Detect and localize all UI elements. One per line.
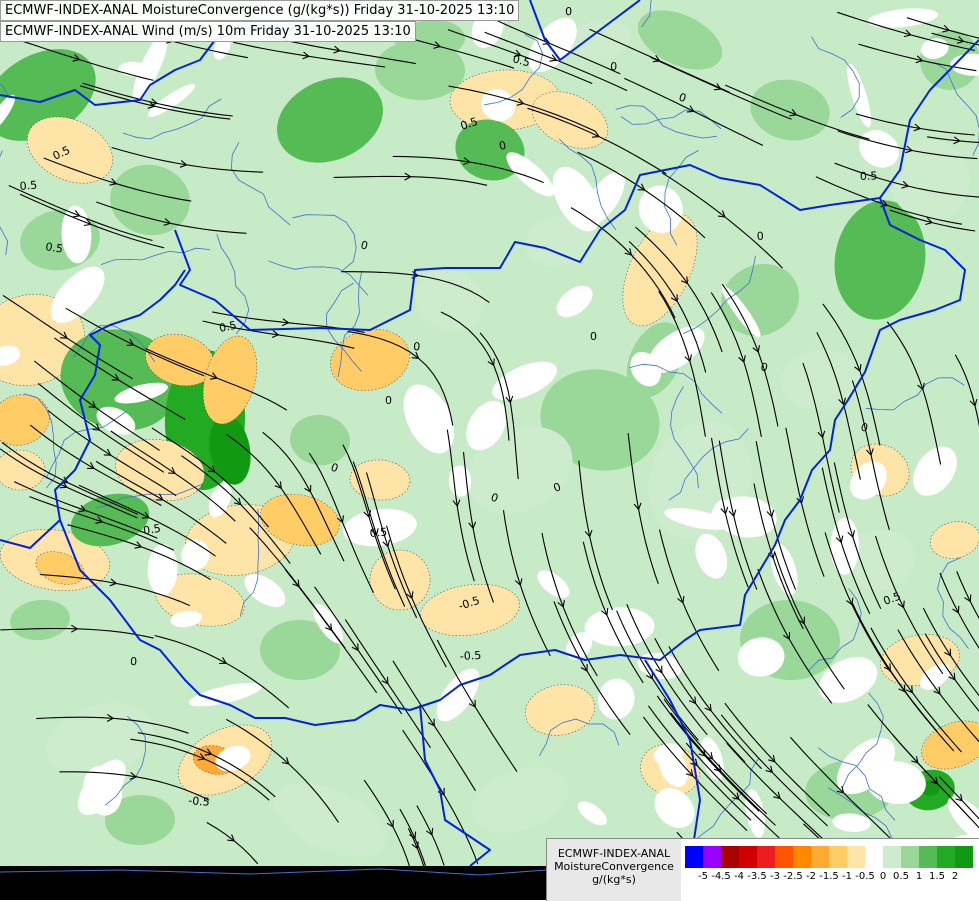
legend-tick-label: -4.5: [711, 871, 731, 882]
legend-tick-labels: -5-4.5-4-3.5-3-2.5-2-1.5-1-0.5 0 0.5 1 1.5 2: [685, 871, 973, 887]
contour-label: -0.5: [459, 649, 481, 663]
legend-tick-label: -0.5: [855, 871, 875, 882]
legend-tick-label: 2: [952, 871, 958, 882]
legend-swatch-4: [757, 846, 775, 868]
legend-color-bar: [685, 846, 973, 868]
legend-tick-label: -5: [698, 871, 708, 882]
color-legend: ECMWF-INDEX-ANAL MoistureConvergence g/(…: [546, 838, 979, 901]
contour-label: -0.5: [188, 794, 211, 809]
moisture-convergence-map[interactable]: 0.5000.5000.5000.50-0.500.5000.50-0.500.…: [0, 0, 979, 900]
legend-swatch-0: [685, 846, 703, 868]
legend-title-block: ECMWF-INDEX-ANAL MoistureConvergence g/(…: [547, 839, 681, 901]
legend-swatch-6: [793, 846, 811, 868]
chart-title-wind: ECMWF-INDEX-ANAL Wind (m/s) 10m Friday 3…: [0, 21, 416, 42]
legend-unit: g/(kg*s): [547, 873, 681, 886]
legend-tick-label: -2: [806, 871, 816, 882]
bottom-dark-strip: [0, 866, 546, 900]
legend-swatch-13: [919, 846, 937, 868]
legend-swatch-14: [937, 846, 955, 868]
legend-tick-label: -1: [842, 871, 852, 882]
legend-parameter: MoistureConvergence: [547, 860, 681, 873]
contour-label: 0: [565, 5, 572, 18]
legend-tick-label: 1.5: [929, 871, 945, 882]
contour-label: 0.5: [19, 179, 38, 193]
legend-tick-label: 1: [916, 871, 922, 882]
legend-swatch-7: [811, 846, 829, 868]
contour-label: 0: [130, 655, 137, 668]
legend-tick-label: -4: [734, 871, 744, 882]
legend-swatch-8: [829, 846, 847, 868]
legend-tick-label: 0.5: [893, 871, 909, 882]
contour-label: 0.5: [45, 240, 64, 256]
legend-tick-label: -1.5: [819, 871, 839, 882]
legend-model: ECMWF-INDEX-ANAL: [547, 847, 681, 860]
legend-swatch-11: [883, 846, 901, 868]
legend-swatch-1: [703, 846, 721, 868]
contour-label: 0: [756, 230, 764, 243]
legend-swatch-12: [901, 846, 919, 868]
contour-label: 0: [385, 394, 392, 407]
contour-label: 0: [413, 340, 421, 353]
legend-tick-label: -3: [770, 871, 780, 882]
chart-title-moisture-convergence: ECMWF-INDEX-ANAL MoistureConvergence (g/…: [0, 0, 519, 21]
legend-swatch-2: [721, 846, 739, 868]
legend-swatch-9: [847, 846, 865, 868]
contour-label: 0.5: [860, 169, 878, 183]
contour-label: 0.5: [369, 526, 388, 540]
legend-swatch-10: [865, 846, 883, 868]
legend-tick-label: -3.5: [747, 871, 767, 882]
legend-swatch-15: [955, 846, 973, 868]
contour-label: 0: [610, 60, 618, 73]
contour-label: 0: [590, 330, 597, 343]
legend-tick-label: -2.5: [783, 871, 803, 882]
legend-tick-label: 0: [880, 871, 886, 882]
legend-swatch-5: [775, 846, 793, 868]
legend-swatch-3: [739, 846, 757, 868]
